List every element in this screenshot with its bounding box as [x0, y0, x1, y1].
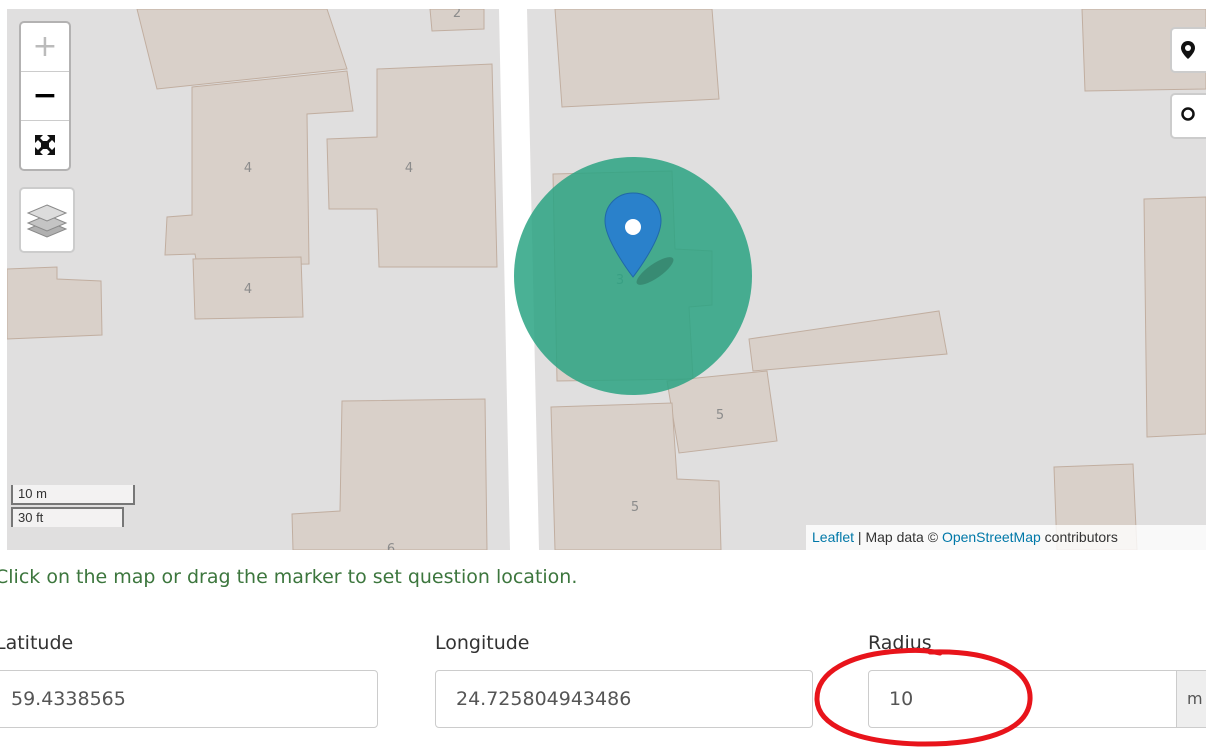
longitude-input[interactable]: 24.725804943486	[435, 670, 813, 728]
map-tiles: 2 4 4 4 3 5 5 6	[7, 9, 1206, 550]
zoom-in-button[interactable]: +	[21, 23, 69, 72]
leaflet-link[interactable]: Leaflet	[812, 529, 854, 545]
building	[1143, 196, 1206, 438]
building-number-label: 5	[631, 500, 639, 515]
search-icon	[1181, 107, 1195, 121]
latitude-input[interactable]: 59.4338565	[0, 670, 378, 728]
layers-icon	[26, 204, 68, 238]
zoom-out-button[interactable]: −	[21, 72, 69, 121]
scale-metric: 10 m	[11, 485, 135, 505]
building-number-label: 4	[244, 282, 252, 297]
latitude-label: Latitude	[0, 632, 74, 654]
longitude-label: Longitude	[435, 632, 530, 654]
radius-unit-addon: m	[1176, 670, 1206, 728]
map-pin-icon	[1181, 41, 1195, 59]
map-attribution: Leaflet | Map data © OpenStreetMap contr…	[806, 525, 1206, 550]
map-view[interactable]: 2 4 4 4 3 5 5 6 + −	[7, 9, 1206, 550]
radius-input[interactable]: 10	[868, 670, 1178, 728]
fullscreen-icon	[35, 135, 55, 155]
building-number-label: 6	[387, 542, 395, 550]
map-hint: Click on the map or drag the marker to s…	[0, 566, 578, 588]
fullscreen-button[interactable]	[21, 121, 69, 169]
scale-imperial: 30 ft	[11, 507, 124, 527]
locate-button[interactable]	[1170, 93, 1206, 139]
layers-control[interactable]	[19, 187, 75, 253]
building-number-label: 5	[716, 408, 724, 423]
zoom-control: + −	[19, 21, 71, 171]
building-number-label: 2	[453, 9, 461, 21]
attribution-text: | Map data ©	[854, 529, 942, 545]
openstreetmap-link[interactable]: OpenStreetMap	[942, 529, 1041, 545]
search-location-button[interactable]	[1170, 27, 1206, 73]
attribution-suffix: contributors	[1040, 529, 1118, 545]
building	[554, 9, 720, 108]
building-number-label: 4	[244, 161, 252, 176]
building-number-label: 4	[405, 161, 413, 176]
radius-label: Radius	[868, 632, 932, 654]
